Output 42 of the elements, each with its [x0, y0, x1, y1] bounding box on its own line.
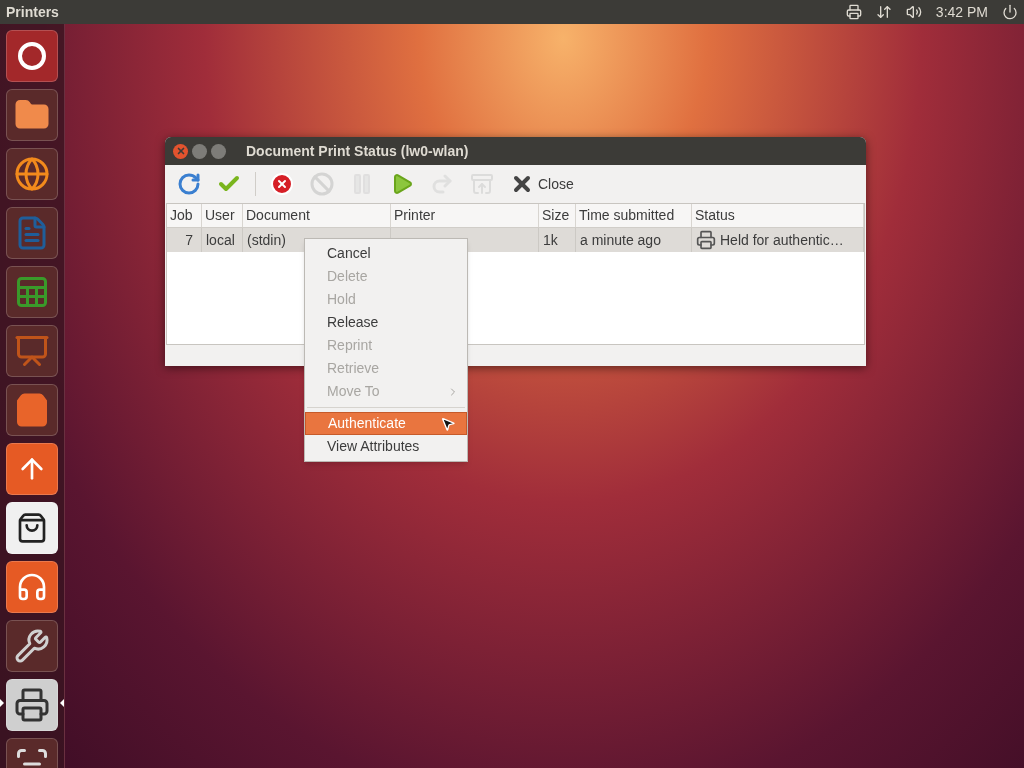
launcher-item[interactable] — [6, 679, 58, 731]
column-header[interactable]: Printer — [391, 204, 539, 227]
column-header[interactable]: Time submitted — [576, 204, 692, 227]
maximize-button[interactable] — [211, 143, 226, 159]
window-title: Document Print Status (lw0-wlan) — [246, 141, 469, 161]
column-header[interactable]: Size — [539, 204, 576, 227]
presentation-icon — [14, 333, 50, 369]
globe-icon — [14, 156, 50, 192]
table-cell-text: Held for authentic… — [720, 230, 844, 250]
table-cell-text: a minute ago — [580, 230, 661, 250]
close-button[interactable]: Close — [506, 168, 578, 200]
printer-icon — [14, 687, 50, 723]
column-header[interactable]: User — [202, 204, 243, 227]
table-cell-text: 1k — [543, 230, 558, 250]
column-header[interactable]: Document — [243, 204, 391, 227]
network-icon[interactable] — [875, 4, 892, 20]
spreadsheet-icon — [14, 274, 50, 310]
volume-icon[interactable] — [905, 4, 922, 20]
close-button[interactable] — [173, 143, 188, 159]
wrench-icon — [14, 628, 50, 664]
app-title: Printers — [6, 2, 59, 22]
refresh-icon — [177, 172, 201, 196]
launcher-item[interactable] — [6, 620, 58, 672]
column-header[interactable]: Job — [167, 204, 202, 227]
printer-icon[interactable] — [845, 4, 862, 20]
table-cell-text: local — [206, 230, 235, 250]
clock[interactable]: 3:42 PM — [935, 1, 988, 23]
column-header[interactable]: Status — [692, 204, 864, 227]
table-cell-text: (stdin) — [247, 230, 286, 250]
power-icon[interactable] — [1002, 4, 1018, 20]
cancel-icon — [270, 172, 294, 196]
table-cell-text: 7 — [185, 230, 193, 250]
close-icon — [175, 146, 186, 156]
headphones-icon — [16, 571, 48, 603]
minimize-button[interactable] — [192, 143, 207, 159]
launcher-item[interactable] — [6, 30, 58, 82]
stop-icon — [310, 172, 334, 196]
active-indicator-icon — [60, 699, 64, 707]
launcher-item[interactable] — [6, 502, 58, 554]
menu-item[interactable]: View Attributes — [305, 435, 467, 458]
printer-icon — [696, 230, 716, 250]
menu-item[interactable]: Release — [305, 311, 467, 334]
